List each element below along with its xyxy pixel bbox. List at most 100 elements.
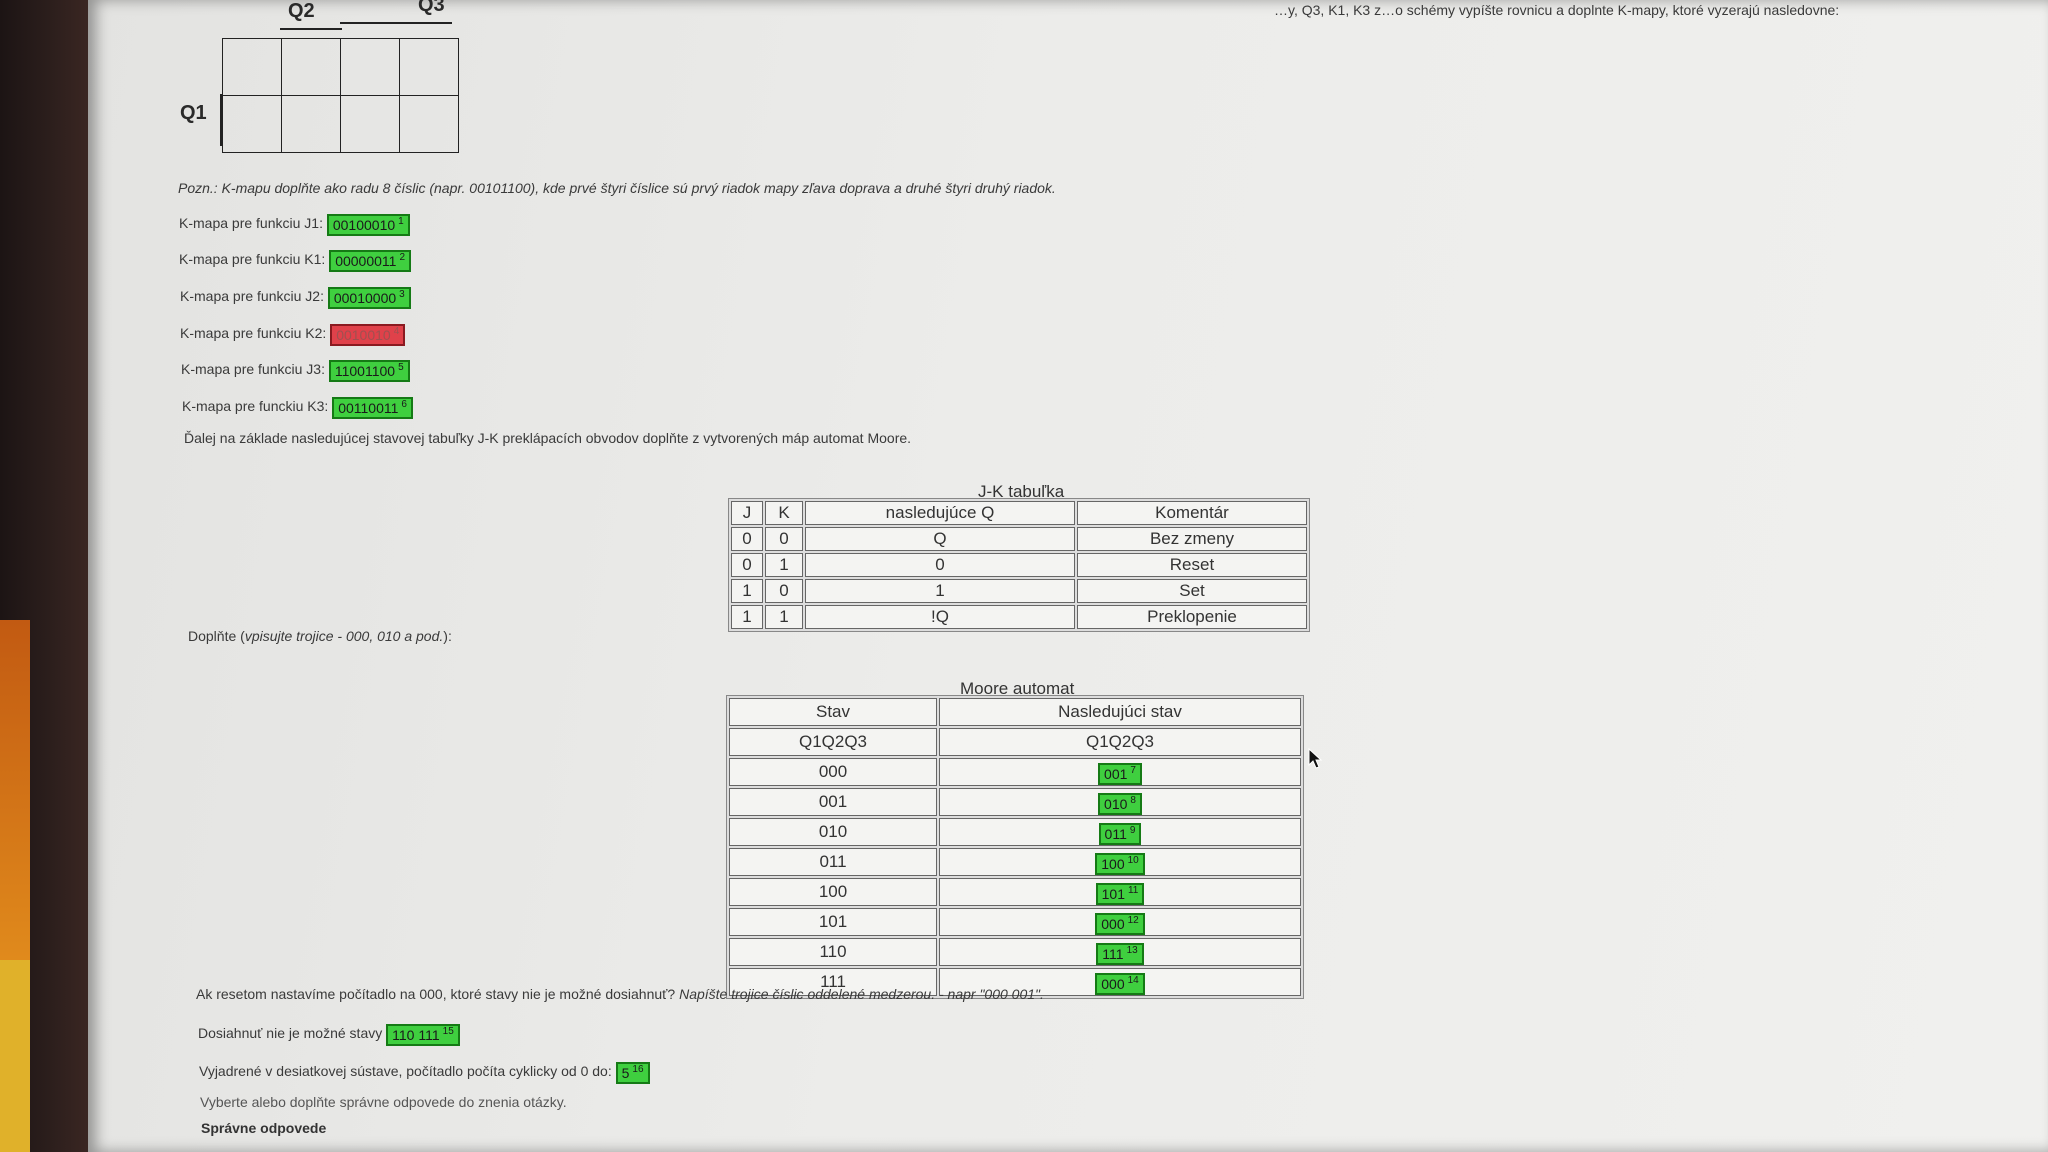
kmap-label-q3: Q3 xyxy=(418,0,445,16)
table-cell: 0 xyxy=(731,527,763,551)
next-state-cell: 010 8 xyxy=(939,788,1301,816)
column-header: nasledujúce Q xyxy=(805,501,1075,525)
state-cell: 000 xyxy=(729,758,937,786)
table-row: 100 101 11 xyxy=(729,878,1301,906)
table-subheader-row: Q1Q2Q3 Q1Q2Q3 xyxy=(729,728,1301,756)
answer-number: 13 xyxy=(1126,945,1138,957)
background-object xyxy=(0,620,30,960)
fill-hint: Doplňte (vpisujte trojice - 000, 010 a p… xyxy=(188,628,452,644)
fill-hint-italic: vpisujte trojice - 000, 010 a pod. xyxy=(244,628,444,644)
table-cell: 1 xyxy=(731,579,763,603)
table-row: 010 011 9 xyxy=(729,818,1301,846)
answer-value: 110 111 xyxy=(392,1027,440,1043)
answer-number: 15 xyxy=(442,1026,454,1038)
table-cell: 1 xyxy=(765,553,803,577)
column-header: J xyxy=(731,501,763,525)
kmap-label-q2: Q2 xyxy=(288,0,315,22)
table-cell: 0 xyxy=(731,553,763,577)
kmap-cell xyxy=(399,38,459,96)
next-state-field[interactable]: 100 10 xyxy=(1095,853,1145,875)
state-cell: 001 xyxy=(729,788,937,816)
answer-label: K-mapa pre funkciu K1: xyxy=(179,251,326,267)
answer-row-j1: K-mapa pre funkciu J1: 00100010 1 xyxy=(179,212,410,236)
answer-field-k1[interactable]: 00000011 2 xyxy=(329,250,411,272)
next-state-field[interactable]: 000 12 xyxy=(1095,913,1145,935)
answer-value: 010 xyxy=(1104,796,1128,812)
unreachable-answer-field[interactable]: 110 111 15 xyxy=(386,1024,460,1046)
next-state-field[interactable]: 001 7 xyxy=(1098,763,1142,785)
kmap-note: Pozn.: K-mapu doplňte ako radu 8 číslic … xyxy=(178,180,1056,196)
answer-number: 5 xyxy=(398,362,404,374)
fill-hint-suffix: ): xyxy=(443,628,452,644)
kmap-cell xyxy=(281,38,341,96)
answer-row-k2: K-mapa pre funkciu K2: 0010010 4 xyxy=(180,322,406,346)
state-cell: 100 xyxy=(729,878,937,906)
table-row: 1 1 !Q Preklopenie xyxy=(731,605,1307,629)
answer-row-k3: K-mapa pre funckiu K3: 00110011 6 xyxy=(182,395,413,419)
kmap-cell xyxy=(340,95,400,153)
unreachable-question-hint: Napíšte trojice číslic oddelené medzerou… xyxy=(679,986,1044,1002)
column-header: Nasledujúci stav xyxy=(939,698,1301,726)
answer-label: K-mapa pre funkciu K2: xyxy=(180,325,327,341)
table-cell: Q xyxy=(805,527,1075,551)
column-header: Komentár xyxy=(1077,501,1307,525)
next-state-field[interactable]: 000 14 xyxy=(1095,973,1145,995)
select-prompt: Vyberte alebo doplňte správne odpovede d… xyxy=(200,1094,567,1110)
answer-value: 100 xyxy=(1101,856,1125,872)
table-cell: 0 xyxy=(765,579,803,603)
unreachable-answer-row: Dosiahnuť nie je možné stavy 110 111 15 xyxy=(198,1022,460,1046)
screen: …y, Q3, K1, K3 z…o schémy vypíšte rovnic… xyxy=(88,0,2048,1152)
answer-value: 001 xyxy=(1104,766,1128,782)
top-instruction: …y, Q3, K1, K3 z…o schémy vypíšte rovnic… xyxy=(1274,2,1840,18)
answer-number: 2 xyxy=(399,252,405,264)
decimal-answer-field[interactable]: 5 16 xyxy=(615,1062,650,1084)
table-cell: !Q xyxy=(805,605,1075,629)
next-state-cell: 111 13 xyxy=(939,938,1301,966)
next-state-cell: 001 7 xyxy=(939,758,1301,786)
answer-field-j2[interactable]: 00010000 3 xyxy=(327,287,411,309)
table-header-row: J K nasledujúce Q Komentár xyxy=(731,501,1307,525)
answer-label: K-mapa pre funkciu J1: xyxy=(179,215,323,231)
answer-number: 9 xyxy=(1129,825,1136,837)
answer-value: 011 xyxy=(1104,826,1127,842)
state-cell: 110 xyxy=(729,938,937,966)
answer-number: 11 xyxy=(1127,885,1139,897)
column-header: K xyxy=(765,501,803,525)
kmap-q3-bar xyxy=(340,22,452,24)
answer-value: 0010010 xyxy=(336,327,391,343)
next-state-cell: 101 11 xyxy=(939,878,1301,906)
answer-field-j3[interactable]: 11001100 5 xyxy=(328,360,410,382)
next-instruction: Ďalej na základe nasledujúcej stavovej t… xyxy=(184,430,912,446)
answer-number: 1 xyxy=(398,216,404,228)
table-cell: 1 xyxy=(805,579,1075,603)
table-cell: Reset xyxy=(1077,553,1307,577)
answer-value: 00100010 xyxy=(332,217,396,233)
answer-field-k3[interactable]: 00110011 6 xyxy=(332,397,413,419)
table-cell: Bez zmeny xyxy=(1077,527,1307,551)
next-state-field[interactable]: 111 13 xyxy=(1096,943,1144,965)
answer-field-j1[interactable]: 00100010 1 xyxy=(326,214,410,236)
table-cell: 1 xyxy=(765,605,803,629)
answer-number: 10 xyxy=(1127,855,1139,867)
answer-number: 12 xyxy=(1127,915,1139,927)
table-row: 110 111 13 xyxy=(729,938,1301,966)
table-row: 0 0 Q Bez zmeny xyxy=(731,527,1307,551)
decimal-label: Vyjadrené v desiatkovej sústave, počítad… xyxy=(199,1063,612,1079)
unreachable-label: Dosiahnuť nie je možné stavy xyxy=(198,1025,383,1041)
state-cell: 101 xyxy=(729,908,937,936)
column-header: Stav xyxy=(729,698,937,726)
answer-value: 000 xyxy=(1101,976,1125,992)
answer-value: 5 xyxy=(621,1065,630,1081)
answer-field-k2[interactable]: 0010010 4 xyxy=(330,324,406,346)
mouse-cursor-icon xyxy=(1308,748,1323,769)
next-state-field[interactable]: 101 11 xyxy=(1095,883,1145,905)
kmap-cell xyxy=(340,38,400,96)
answer-number: 14 xyxy=(1127,975,1139,987)
next-state-field[interactable]: 011 9 xyxy=(1098,823,1142,845)
table-header-row: Stav Nasledujúci stav xyxy=(729,698,1301,726)
next-state-field[interactable]: 010 8 xyxy=(1098,793,1142,815)
column-subheader: Q1Q2Q3 xyxy=(939,728,1301,756)
answer-value: 00110011 xyxy=(338,400,399,416)
answer-value: 000 xyxy=(1101,916,1125,932)
state-cell: 010 xyxy=(729,818,937,846)
